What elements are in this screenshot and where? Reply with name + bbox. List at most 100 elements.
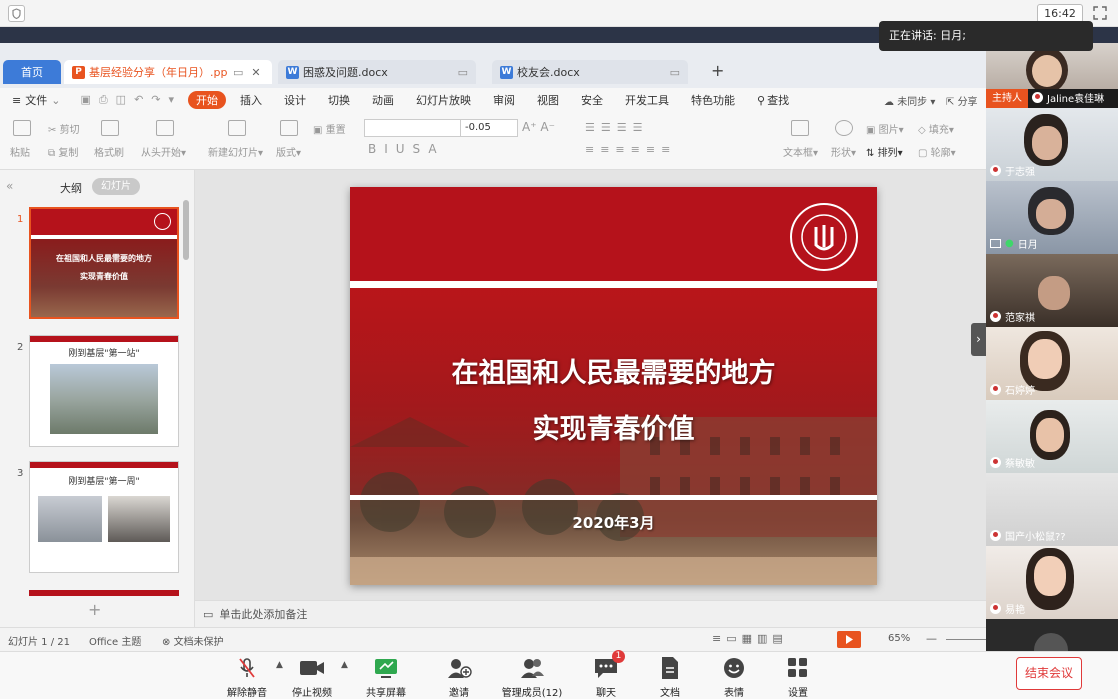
notes-area[interactable]: ▭ 单击此处添加备注 <box>195 600 986 627</box>
quick-access-toolbar: ▣ ⎙ ◫ ↶ ↷ ▾ <box>80 93 174 107</box>
hamburger-icon: ≡ <box>12 93 22 107</box>
settings-button[interactable]: 设置 <box>758 656 838 699</box>
paragraph-icons[interactable]: ☰☰☰☰ <box>585 121 648 134</box>
new-slide-icon[interactable] <box>228 120 246 136</box>
font-grow-icon[interactable]: A⁺ A⁻ <box>522 120 555 134</box>
preview-icon[interactable]: ◫ <box>116 93 126 107</box>
tab-home[interactable]: 首页 <box>3 60 61 84</box>
slide-thumbnail-2[interactable]: 刚到基层"第一站" <box>29 335 179 447</box>
invite-button[interactable]: 邀请 <box>419 656 499 699</box>
play-slideshow-button[interactable] <box>837 631 861 648</box>
menu-home[interactable]: 开始 <box>188 91 227 109</box>
view-mode-icons[interactable]: ≡▭▦▥▤ <box>712 632 788 645</box>
layout-icon[interactable] <box>280 120 298 136</box>
menu-transition[interactable]: 切换 <box>328 92 350 108</box>
menu-slideshow[interactable]: 幻灯片放映 <box>416 92 471 108</box>
participant-video-7[interactable]: 易艳 <box>986 546 1118 619</box>
shape-button[interactable]: 形状▾ <box>831 144 856 159</box>
cut-button[interactable]: ✂ 剪切 <box>48 121 80 136</box>
new-tab-plus-icon[interactable]: + <box>711 61 724 80</box>
monitor-icon[interactable]: ▭ <box>233 66 243 79</box>
menu-animation[interactable]: 动画 <box>372 92 394 108</box>
end-meeting-button[interactable]: 结束会议 <box>1016 657 1082 690</box>
format-painter-label[interactable]: 格式刷 <box>94 144 124 159</box>
participant-video-2[interactable]: ● 日月 <box>986 181 1118 254</box>
sync-status[interactable]: ☁ 未同步 ▾ <box>884 93 935 108</box>
copy-button[interactable]: ⧉ 复制 <box>48 144 78 159</box>
menu-developer[interactable]: 开发工具 <box>625 92 669 108</box>
participant-video-4[interactable]: 石婷婷 <box>986 327 1118 400</box>
thumb-scrollbar[interactable] <box>183 200 189 260</box>
tab-docx-2-label: 校友会.docx <box>517 66 580 79</box>
redo-icon[interactable]: ↷ <box>151 93 160 107</box>
menu-view[interactable]: 视图 <box>537 92 559 108</box>
slides-tab[interactable]: 幻灯片 <box>92 178 140 195</box>
protect-label: 文档未保护 <box>173 637 224 648</box>
share-button[interactable]: ⇱ 分享 <box>946 93 978 108</box>
share-screen-button[interactable]: 共享屏幕 <box>346 656 426 699</box>
participant-face <box>1038 276 1070 310</box>
font-name-input[interactable] <box>364 119 461 137</box>
monitor-icon[interactable]: ▭ <box>458 66 468 79</box>
from-start-button[interactable]: 从头开始▾ <box>141 144 186 159</box>
textbox-icon[interactable] <box>791 120 809 136</box>
collapse-panel-icon[interactable]: « <box>6 179 13 193</box>
app-shield-icon[interactable] <box>8 5 25 22</box>
format-painter-icon[interactable] <box>101 120 119 136</box>
slideshow-icon[interactable] <box>156 120 174 136</box>
zoom-level[interactable]: 65% <box>888 633 910 644</box>
protect-status[interactable]: ⊗ 文档未保护 <box>162 633 224 648</box>
tab-pptx[interactable]: P 基层经验分享（年日月）.pptx ▭ ✕ <box>64 60 272 84</box>
menu-design[interactable]: 设计 <box>284 92 306 108</box>
paste-label[interactable]: 粘贴 <box>10 144 30 159</box>
participant-video-5[interactable]: 蔡敏敏 <box>986 400 1118 473</box>
monitor-icon[interactable]: ▭ <box>670 66 680 79</box>
textbox-button[interactable]: 文本框▾ <box>783 144 818 159</box>
chevron-down-icon[interactable]: ▾ <box>169 93 175 107</box>
close-tab-icon[interactable]: ✕ <box>251 66 260 79</box>
expand-panel-chevron-icon[interactable]: › <box>971 323 986 356</box>
current-slide[interactable]: 在祖国和人民最需要的地方 实现青春价值 2020年3月 <box>350 187 877 585</box>
tab-docx-1[interactable]: W 困惑及问题.docx ▭ <box>278 60 476 84</box>
slide-divider <box>350 281 877 288</box>
font-style-icons[interactable]: BIUSA <box>368 142 445 156</box>
menu-review[interactable]: 审阅 <box>493 92 515 108</box>
new-slide-button[interactable]: 新建幻灯片▾ <box>208 144 263 159</box>
fullscreen-icon[interactable] <box>1092 5 1108 21</box>
arrange-button[interactable]: ⇅ 排列▾ <box>866 144 903 159</box>
picture-button[interactable]: ▣ 图片▾ <box>866 121 904 136</box>
manage-members-button[interactable]: 管理成员(12) <box>492 656 572 699</box>
tab-docx-2[interactable]: W 校友会.docx ▭ <box>492 60 688 84</box>
participant-video-8-partial[interactable] <box>986 619 1118 651</box>
menu-security[interactable]: 安全 <box>581 92 603 108</box>
shape-icon[interactable] <box>835 120 853 136</box>
align-icons[interactable]: ≡≡≡≡≡≡ <box>585 143 676 156</box>
print-icon[interactable]: ⎙ <box>99 93 108 107</box>
zoom-out-icon[interactable]: — <box>926 632 937 645</box>
menu-search[interactable]: ⚲ 查找 <box>757 92 789 108</box>
zoom-slider[interactable] <box>946 639 986 640</box>
word-file-icon: W <box>286 65 299 79</box>
participant-video-6[interactable]: 国产小松鼠?? <box>986 473 1118 546</box>
fill-button[interactable]: ◇ 填充▾ <box>918 121 954 136</box>
stop-video-button[interactable]: 停止视频 <box>272 656 352 699</box>
paste-icon[interactable] <box>13 120 31 136</box>
speaking-indicator: 正在讲话: 日月; <box>879 21 1093 51</box>
menu-insert[interactable]: 插入 <box>240 92 262 108</box>
participant-video-3[interactable]: 范家祺 <box>986 254 1118 327</box>
undo-icon[interactable]: ↶ <box>134 93 143 107</box>
slide-thumbnail-1[interactable]: 在祖国和人民最需要的地方 实现青春价值 <box>29 207 179 319</box>
font-size-input[interactable]: -0.05 <box>460 119 518 137</box>
slide-thumbnail-4-partial[interactable] <box>29 590 179 596</box>
participant-name-row: 范家祺 <box>990 309 1035 324</box>
save-icon[interactable]: ▣ <box>80 93 90 107</box>
menu-features[interactable]: 特色功能 <box>691 92 735 108</box>
reset-button[interactable]: ▣ 重置 <box>313 121 346 136</box>
slide-thumbnail-3[interactable]: 刚到基层"第一周" <box>29 461 179 573</box>
outline-button[interactable]: ▢ 轮廓▾ <box>918 144 956 159</box>
add-slide-plus-icon[interactable]: + <box>88 600 101 619</box>
participant-video-1[interactable]: 于志强 <box>986 108 1118 181</box>
file-menu[interactable]: ≡ 文件 ⌄ <box>12 92 60 108</box>
outline-tab[interactable]: 大纲 <box>60 180 82 196</box>
layout-button[interactable]: 版式▾ <box>276 144 301 159</box>
